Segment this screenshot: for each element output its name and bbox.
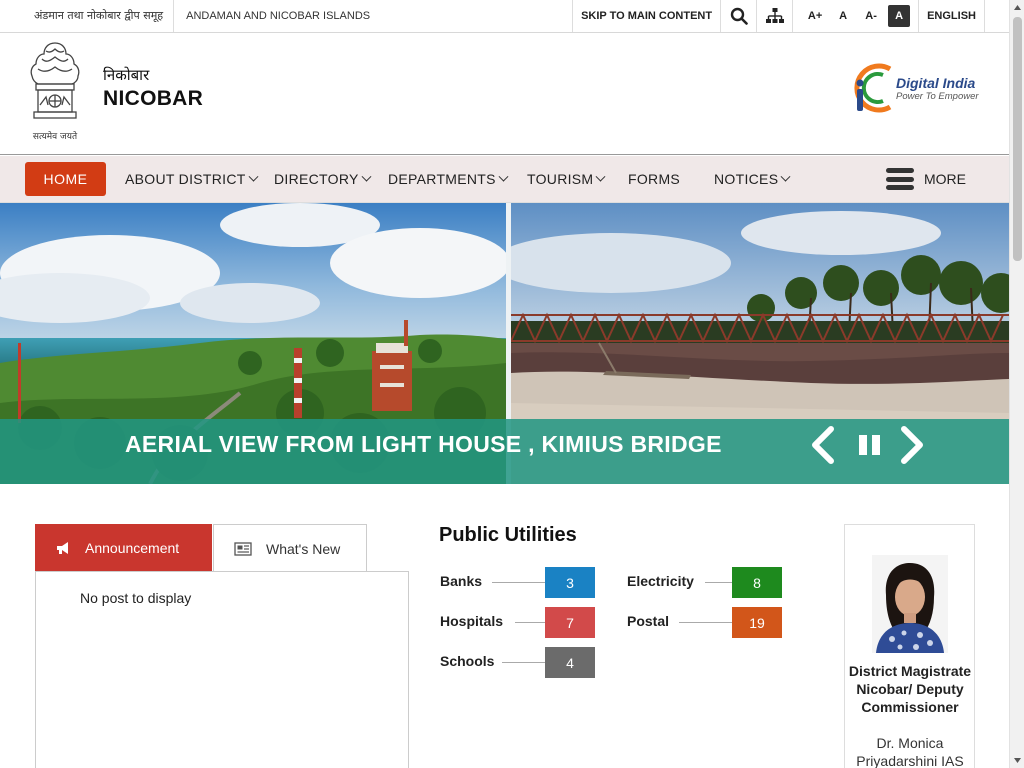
tab-announcement-label: Announcement bbox=[85, 540, 180, 556]
newspaper-icon bbox=[234, 541, 252, 556]
nav-forms[interactable]: FORMS bbox=[628, 162, 680, 196]
search-icon bbox=[730, 7, 748, 25]
officer-name: Dr. Monica Priyadarshini IAS bbox=[856, 735, 964, 768]
digital-india-logo[interactable] bbox=[850, 61, 896, 115]
vertical-scrollbar[interactable] bbox=[1009, 0, 1024, 768]
font-normal-button[interactable]: A bbox=[829, 10, 857, 22]
font-increase-button[interactable]: A+ bbox=[801, 10, 829, 22]
tab-whats-new-label: What's New bbox=[266, 540, 341, 557]
utility-label: Hospitals bbox=[440, 613, 504, 629]
top-utility-bar: अंडमान तथा नोकोबार द्वीप समूह ANDAMAN AN… bbox=[0, 0, 1009, 33]
tab-announcement[interactable]: Announcement bbox=[35, 524, 212, 572]
nav-item-label: DIRECTORY bbox=[274, 171, 359, 187]
nav-item-label: ABOUT DISTRICT bbox=[125, 171, 246, 187]
chevron-down-icon bbox=[361, 171, 372, 182]
chevron-down-icon bbox=[498, 171, 509, 182]
slider-next-icon[interactable] bbox=[894, 425, 930, 465]
utility-label: Schools bbox=[440, 653, 495, 669]
skip-to-main-content-link[interactable]: SKIP TO MAIN CONTENT bbox=[572, 0, 720, 32]
scroll-down-button[interactable] bbox=[1010, 753, 1024, 768]
nav-item-label: NOTICES bbox=[714, 171, 779, 187]
utility-banks[interactable]: Banks 3 bbox=[440, 567, 595, 598]
nav-about-district[interactable]: ABOUT DISTRICT bbox=[125, 162, 259, 196]
nav-notices[interactable]: NOTICES bbox=[714, 162, 791, 196]
chevron-down-icon bbox=[595, 171, 606, 182]
site-header: सत्यमेव जयते निकोबार NICOBAR Digital Ind… bbox=[0, 33, 1009, 155]
nav-home[interactable]: HOME bbox=[25, 162, 106, 196]
public-utilities-title: Public Utilities bbox=[439, 524, 577, 546]
utility-label: Electricity bbox=[627, 573, 694, 589]
nav-directory[interactable]: DIRECTORY bbox=[274, 162, 372, 196]
font-decrease-button[interactable]: A- bbox=[857, 10, 885, 22]
nav-more-label: MORE bbox=[924, 171, 966, 187]
triangle-up-icon bbox=[1014, 5, 1021, 10]
nav-departments[interactable]: DEPARTMENTS bbox=[388, 162, 509, 196]
utility-count-badge: 19 bbox=[732, 607, 782, 638]
hamburger-menu-icon bbox=[886, 168, 914, 190]
sitemap-button[interactable] bbox=[756, 0, 792, 32]
utility-electricity[interactable]: Electricity 8 bbox=[627, 567, 782, 598]
slider-prev-icon[interactable] bbox=[805, 425, 841, 465]
chevron-down-icon bbox=[248, 171, 259, 182]
megaphone-icon bbox=[57, 542, 68, 554]
triangle-down-icon bbox=[1014, 758, 1021, 763]
nav-tourism[interactable]: TOURISM bbox=[527, 162, 606, 196]
state-name-hindi[interactable]: अंडमान तथा नोकोबार द्वीप समूह bbox=[0, 0, 175, 32]
slider-pause-icon[interactable] bbox=[852, 425, 888, 465]
hero-image-slider[interactable]: AERIAL VIEW FROM LIGHT HOUSE , KIMIUS BR… bbox=[0, 203, 1009, 484]
nav-item-label: FORMS bbox=[628, 171, 681, 187]
national-emblem-logo[interactable] bbox=[24, 39, 86, 143]
officer-designation: District Magistrate Nicobar/ Deputy Comm… bbox=[848, 663, 972, 715]
nav-item-label: TOURISM bbox=[527, 171, 594, 187]
sitemap-icon bbox=[765, 8, 784, 23]
language-selector[interactable]: ENGLISH bbox=[918, 0, 985, 32]
digital-india-tagline: Power To Empower bbox=[896, 91, 979, 102]
slide-caption[interactable]: AERIAL VIEW FROM LIGHT HOUSE , KIMIUS BR… bbox=[125, 431, 722, 458]
tab-whats-new[interactable]: What's New bbox=[213, 524, 367, 572]
high-contrast-button[interactable]: A bbox=[888, 5, 911, 27]
utility-count-badge: 8 bbox=[732, 567, 782, 598]
utility-count-badge: 3 bbox=[545, 567, 595, 598]
nav-more[interactable]: MORE bbox=[886, 162, 966, 196]
empty-message: No post to display bbox=[80, 590, 192, 606]
utility-postal[interactable]: Postal 19 bbox=[627, 607, 782, 638]
district-name-hindi[interactable]: निकोबार bbox=[103, 65, 149, 85]
utility-label: Postal bbox=[627, 613, 670, 629]
state-name-english[interactable]: ANDAMAN AND NICOBAR ISLANDS bbox=[174, 0, 382, 32]
nav-item-label: DEPARTMENTS bbox=[388, 171, 496, 187]
chevron-down-icon bbox=[780, 171, 791, 182]
officer-photo[interactable] bbox=[872, 555, 948, 653]
utility-count-badge: 7 bbox=[545, 607, 595, 638]
utility-schools[interactable]: Schools 4 bbox=[440, 647, 595, 678]
font-size-controls: A+ A A- A bbox=[792, 0, 918, 32]
district-name[interactable]: NICOBAR bbox=[103, 87, 203, 111]
utility-label: Banks bbox=[440, 573, 483, 589]
utility-hospitals[interactable]: Hospitals 7 bbox=[440, 607, 595, 638]
scrollbar-thumb[interactable] bbox=[1013, 17, 1022, 261]
search-button[interactable] bbox=[720, 0, 756, 32]
digital-india-title: Digital India bbox=[896, 75, 976, 91]
scroll-up-button[interactable] bbox=[1010, 0, 1024, 15]
utility-count-badge: 4 bbox=[545, 647, 595, 678]
main-navigation: HOME ABOUT DISTRICT DIRECTORY DEPARTMENT… bbox=[0, 156, 1009, 203]
emblem-motto: सत्यमेव जयते bbox=[32, 132, 78, 142]
